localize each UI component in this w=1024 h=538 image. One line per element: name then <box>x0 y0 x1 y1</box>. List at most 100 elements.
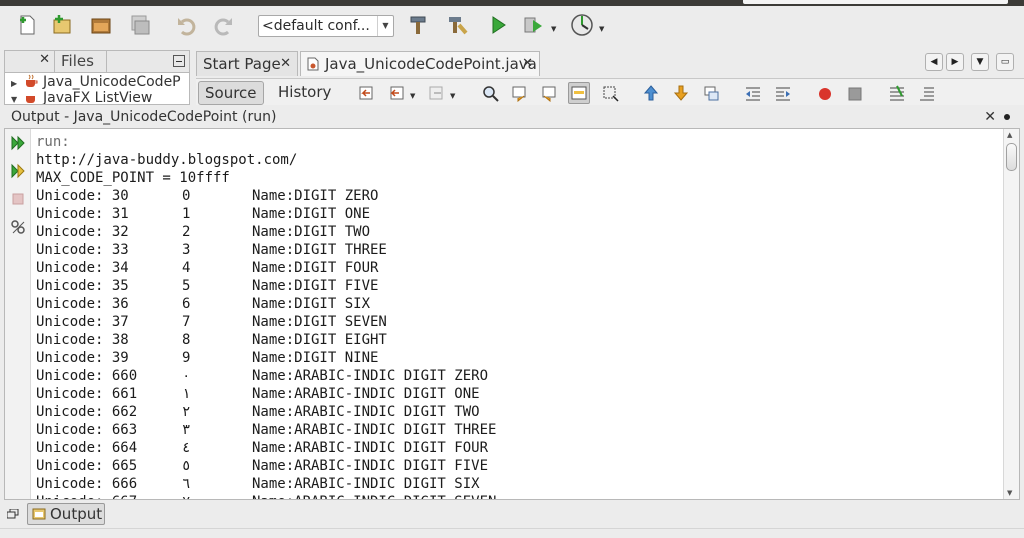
stop-icon[interactable] <box>10 191 26 207</box>
unicode-char: 8 <box>182 332 191 348</box>
last-edit-icon[interactable] <box>358 84 376 102</box>
console-line: MAX_CODE_POINT = 10ffff <box>36 170 230 186</box>
unicode-name: Name:DIGIT THREE <box>252 242 387 258</box>
back-icon[interactable] <box>388 84 406 102</box>
chevron-down-icon[interactable]: ▼ <box>377 16 393 36</box>
console-line: Unicode: 664 ٤ Name:ARABIC-INDIC DIGIT FOU… <box>36 439 1002 457</box>
save-all-icon[interactable] <box>126 12 152 38</box>
maximize-icon[interactable]: ▭ <box>996 53 1014 71</box>
previous-bookmark-icon[interactable] <box>642 84 660 102</box>
tree-item-label: JavaFX ListView <box>43 90 153 105</box>
tab-start-page[interactable]: Start Page ✕ <box>196 51 298 76</box>
output-minimized-tab[interactable]: Output <box>27 503 105 525</box>
console-line: Unicode: 32 2 Name:DIGIT TWO <box>36 223 1002 241</box>
toggle-bookmark-icon[interactable] <box>702 84 720 102</box>
uncomment-icon[interactable] <box>918 84 936 102</box>
projects-panel: ✕ Files ▶ Java_UnicodeCodeP ▼ JavaFX ListV… <box>4 50 190 105</box>
new-file-icon[interactable] <box>14 12 40 38</box>
run-icon[interactable] <box>485 12 511 38</box>
output-console[interactable]: run: http://java-buddy.blogspot.com/MAX_C… <box>36 133 1002 499</box>
collapse-icon[interactable]: ▼ <box>11 91 23 104</box>
scrollbar-thumb[interactable] <box>1006 143 1017 171</box>
tree-item-project[interactable]: ▼ JavaFX ListView <box>5 89 189 105</box>
unicode-char: 2 <box>182 224 191 240</box>
unicode-code: Unicode: 665 <box>36 458 138 474</box>
console-line: Unicode: 36 6 Name:DIGIT SIX <box>36 295 1002 313</box>
output-icon <box>32 508 46 520</box>
config-select[interactable]: <default conf... ▼ <box>258 15 394 37</box>
open-project-icon[interactable] <box>88 12 114 38</box>
close-icon[interactable]: ✕ <box>280 52 291 76</box>
toggle-highlight-icon[interactable] <box>568 82 590 104</box>
settings-icon[interactable] <box>10 219 26 235</box>
restore-window-group-icon[interactable] <box>7 509 19 519</box>
close-icon[interactable]: ✕ <box>39 52 50 67</box>
scroll-tabs-left-icon[interactable]: ◀ <box>925 53 943 71</box>
build-hammer-icon[interactable] <box>406 12 432 38</box>
unicode-name: Name:DIGIT NINE <box>252 350 379 366</box>
profile-icon[interactable] <box>569 12 595 38</box>
console-line: Unicode: 38 8 Name:DIGIT EIGHT <box>36 331 1002 349</box>
tree-item-label: Java_UnicodeCodeP <box>43 74 181 90</box>
tab-projects[interactable]: ✕ <box>5 51 55 72</box>
minimize-icon[interactable] <box>173 55 185 67</box>
show-opened-documents-icon[interactable]: ▼ <box>971 53 989 71</box>
unicode-char: 9 <box>182 350 191 366</box>
forward-dropdown-icon[interactable]: ▼ <box>450 92 455 100</box>
unicode-char: 7 <box>182 314 191 330</box>
shift-right-icon[interactable] <box>774 84 792 102</box>
unicode-char: 0 <box>182 188 191 204</box>
close-icon[interactable]: ✕ <box>984 106 996 128</box>
tab-java-file[interactable]: Java_UnicodeCodePoint.java ✕ <box>300 51 540 76</box>
scroll-up-icon[interactable]: ▲ <box>1007 131 1012 139</box>
unicode-code: Unicode: 661 <box>36 386 138 402</box>
clean-build-icon[interactable] <box>444 12 470 38</box>
console-line: Unicode: 39 9 Name:DIGIT NINE <box>36 349 1002 367</box>
main-toolbar: <default conf... ▼ ▼ ▼ <box>0 6 1024 46</box>
scroll-tabs-right-icon[interactable]: ▶ <box>946 53 964 71</box>
tab-files[interactable]: Files <box>55 51 107 72</box>
unicode-code: Unicode: 30 <box>36 188 129 204</box>
find-icon[interactable] <box>481 84 499 102</box>
rerun-with-params-icon[interactable] <box>10 163 26 179</box>
editor-toolbar: Source History ▼ ▼ <box>196 78 1024 105</box>
config-select-value: <default conf... <box>262 18 370 34</box>
next-bookmark-icon[interactable] <box>672 84 690 102</box>
new-project-icon[interactable] <box>49 12 75 38</box>
unicode-char: 6 <box>182 296 191 312</box>
shift-left-icon[interactable] <box>744 84 762 102</box>
rerun-icon[interactable] <box>10 135 26 151</box>
unicode-name: Name:ARABIC-INDIC DIGIT FOUR <box>252 440 489 456</box>
console-line: run: <box>36 134 70 150</box>
console-line: Unicode: 661 ١ Name:ARABIC-INDIC DIGIT ONE <box>36 385 1002 403</box>
profile-dropdown-icon[interactable]: ▼ <box>599 25 604 33</box>
close-icon[interactable]: ✕ <box>522 52 533 76</box>
rectangular-selection-icon[interactable] <box>601 84 619 102</box>
start-comment-icon[interactable] <box>888 84 906 102</box>
unicode-name: Name:DIGIT SEVEN <box>252 314 387 330</box>
unicode-char: ٦ <box>182 476 191 492</box>
unicode-name: Name:ARABIC-INDIC DIGIT ZERO <box>252 368 489 384</box>
debug-dropdown-icon[interactable]: ▼ <box>551 25 556 33</box>
console-line: Unicode: 660 ٠ Name:ARABIC-INDIC DIGIT ZER… <box>36 367 1002 385</box>
output-window-header: Output - Java_UnicodeCodePoint (run) ✕ <box>0 106 1024 128</box>
back-dropdown-icon[interactable]: ▼ <box>410 92 415 100</box>
scroll-down-icon[interactable]: ▼ <box>1007 489 1012 497</box>
debug-icon[interactable] <box>521 12 547 38</box>
window-menu-icon[interactable] <box>1004 114 1010 120</box>
unicode-code: Unicode: 32 <box>36 224 129 240</box>
redo-icon[interactable] <box>211 12 237 38</box>
vertical-scrollbar[interactable]: ▲ ▼ <box>1003 129 1019 499</box>
undo-icon[interactable] <box>173 12 199 38</box>
find-previous-icon[interactable] <box>510 84 528 102</box>
unicode-code: Unicode: 663 <box>36 422 138 438</box>
stop-macro-icon[interactable] <box>846 84 864 102</box>
unicode-name: Name:DIGIT FIVE <box>252 278 379 294</box>
record-macro-icon[interactable] <box>816 84 834 102</box>
find-next-icon[interactable] <box>540 84 558 102</box>
source-button[interactable]: Source <box>198 81 264 105</box>
forward-icon[interactable] <box>428 84 446 102</box>
history-button[interactable]: History <box>272 81 337 105</box>
top-search-field[interactable] <box>743 0 1008 4</box>
unicode-name: Name:ARABIC-INDIC DIGIT SEVEN <box>252 494 496 499</box>
